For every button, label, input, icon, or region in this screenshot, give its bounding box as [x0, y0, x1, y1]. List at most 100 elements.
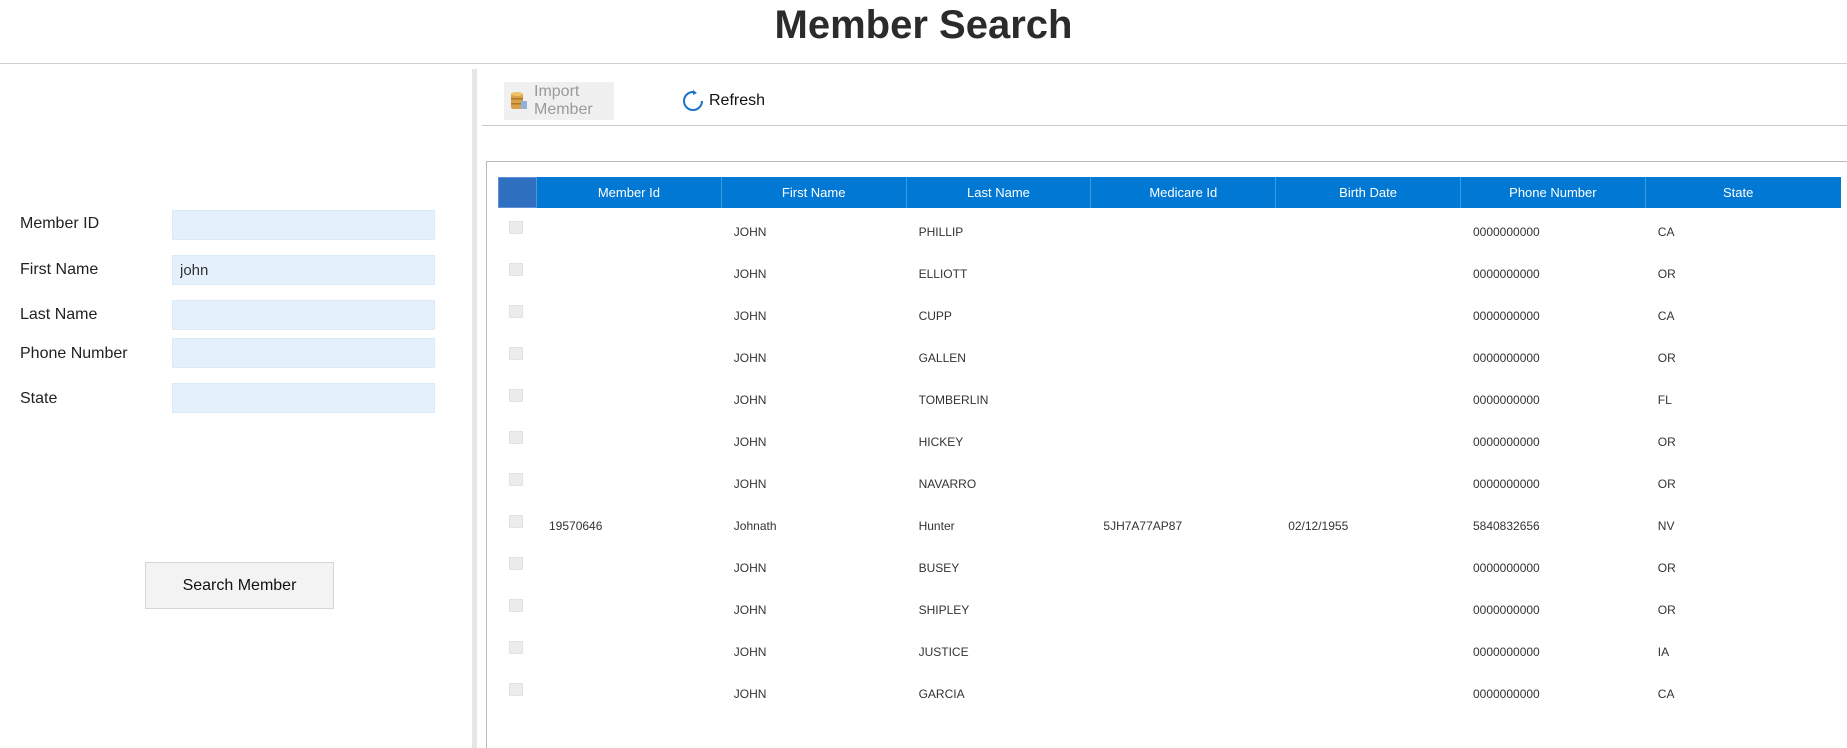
cell-phone-number: 0000000000 [1472, 351, 1540, 365]
table-row[interactable]: JOHN JUSTICE 0000000000 IA [498, 628, 1841, 670]
refresh-button[interactable]: Refresh [682, 82, 772, 120]
cell-birth-date [1276, 544, 1461, 586]
phone-number-field[interactable] [172, 338, 435, 368]
cell-last-name: HICKEY [918, 435, 964, 449]
row-checkbox[interactable] [509, 305, 523, 318]
panel-divider[interactable] [472, 69, 477, 748]
import-database-icon [507, 90, 529, 112]
column-header-last-name[interactable]: Last Name [907, 177, 1092, 208]
cell-state: CA [1657, 225, 1675, 239]
cell-last-name: GALLEN [918, 351, 966, 365]
cell-member-id [537, 292, 722, 334]
select-all-checkbox[interactable] [498, 177, 537, 208]
cell-birth-date [1276, 376, 1461, 418]
column-header-state[interactable]: State [1646, 177, 1831, 208]
cell-phone-number: 0000000000 [1472, 603, 1540, 617]
cell-phone-number: 0000000000 [1472, 393, 1540, 407]
row-checkbox[interactable] [509, 473, 523, 486]
cell-medicare-id [1091, 670, 1276, 712]
cell-medicare-id [1091, 418, 1276, 460]
row-checkbox[interactable] [509, 641, 523, 654]
member-id-field[interactable] [172, 210, 435, 240]
table-row[interactable]: JOHN ELLIOTT 0000000000 OR [498, 250, 1841, 292]
row-checkbox[interactable] [509, 347, 523, 360]
cell-last-name: TOMBERLIN [918, 393, 989, 407]
row-checkbox-cell [498, 502, 537, 544]
cell-phone-number: 0000000000 [1472, 645, 1540, 659]
row-checkbox-cell [498, 628, 537, 670]
last-name-field[interactable] [172, 300, 435, 330]
cell-member-id [537, 334, 722, 376]
cell-first-name: JOHN [733, 267, 767, 281]
cell-state: CA [1657, 309, 1675, 323]
cell-phone-number: 0000000000 [1472, 477, 1540, 491]
row-checkbox[interactable] [509, 683, 523, 696]
row-checkbox[interactable] [509, 557, 523, 570]
row-checkbox-cell [498, 586, 537, 628]
last-name-label: Last Name [20, 306, 98, 323]
table-row[interactable]: JOHN NAVARRO 0000000000 OR [498, 460, 1841, 502]
refresh-label: Refresh [709, 92, 766, 109]
cell-last-name: GARCIA [918, 687, 965, 701]
grid-body: JOHN PHILLIP 0000000000 CA JOHN ELLIOTT 000000… [498, 208, 1841, 712]
cell-first-name: JOHN [733, 225, 767, 239]
cell-last-name: SHIPLEY [918, 603, 970, 617]
state-field[interactable] [172, 383, 435, 413]
cell-phone-number: 0000000000 [1472, 309, 1540, 323]
row-checkbox[interactable] [509, 515, 523, 528]
row-checkbox-cell [498, 544, 537, 586]
cell-first-name: JOHN [733, 351, 767, 365]
table-row[interactable]: JOHN CUPP 0000000000 CA [498, 292, 1841, 334]
first-name-field[interactable] [172, 255, 435, 285]
row-checkbox[interactable] [509, 389, 523, 402]
table-row[interactable]: JOHN GALLEN 0000000000 OR [498, 334, 1841, 376]
toolbar: Import Member Refresh [482, 70, 1847, 126]
search-member-button[interactable]: Search Member [145, 562, 334, 609]
import-member-label: Import Member [534, 83, 593, 118]
cell-birth-date [1276, 628, 1461, 670]
cell-medicare-id [1091, 292, 1276, 334]
row-checkbox[interactable] [509, 221, 523, 234]
cell-first-name: JOHN [733, 435, 767, 449]
row-checkbox-cell [498, 460, 537, 502]
table-row[interactable]: JOHN BUSEY 0000000000 OR [498, 544, 1841, 586]
table-row[interactable]: JOHN HICKEY 0000000000 OR [498, 418, 1841, 460]
cell-birth-date [1276, 334, 1461, 376]
cell-last-name: CUPP [918, 309, 952, 323]
row-checkbox-cell [498, 670, 537, 712]
cell-medicare-id [1091, 586, 1276, 628]
cell-birth-date [1276, 208, 1461, 250]
column-header-member-id[interactable]: Member Id [537, 177, 722, 208]
table-row[interactable]: JOHN GARCIA 0000000000 CA [498, 670, 1841, 712]
row-checkbox[interactable] [509, 431, 523, 444]
column-header-birth-date[interactable]: Birth Date [1276, 177, 1461, 208]
table-row[interactable]: JOHN SHIPLEY 0000000000 OR [498, 586, 1841, 628]
cell-state: CA [1657, 687, 1675, 701]
cell-phone-number: 0000000000 [1472, 687, 1540, 701]
cell-first-name: JOHN [733, 393, 767, 407]
column-header-phone-number[interactable]: Phone Number [1461, 177, 1646, 208]
cell-first-name: Johnath [733, 519, 777, 533]
table-row[interactable]: JOHN PHILLIP 0000000000 CA [498, 208, 1841, 250]
import-member-button[interactable]: Import Member [504, 82, 614, 120]
cell-first-name: JOHN [733, 687, 767, 701]
row-checkbox[interactable] [509, 599, 523, 612]
cell-state: OR [1657, 561, 1676, 575]
cell-birth-date [1276, 460, 1461, 502]
row-checkbox[interactable] [509, 263, 523, 276]
cell-medicare-id [1091, 628, 1276, 670]
cell-state: IA [1657, 645, 1670, 659]
state-label: State [20, 390, 58, 407]
first-name-label: First Name [20, 261, 99, 278]
table-row[interactable]: JOHN TOMBERLIN 0000000000 FL [498, 376, 1841, 418]
cell-medicare-id: 5JH7A77AP87 [1103, 519, 1183, 533]
column-header-first-name[interactable]: First Name [722, 177, 907, 208]
cell-medicare-id [1091, 460, 1276, 502]
cell-phone-number: 0000000000 [1472, 435, 1540, 449]
column-header-medicare-id[interactable]: Medicare Id [1091, 177, 1277, 208]
cell-phone-number: 0000000000 [1472, 267, 1540, 281]
cell-phone-number: 5840832656 [1472, 519, 1540, 533]
cell-last-name: JUSTICE [918, 645, 969, 659]
cell-last-name: PHILLIP [918, 225, 964, 239]
table-row[interactable]: 19570646 Johnath Hunter 5JH7A77AP87 02/12/19… [498, 502, 1841, 544]
